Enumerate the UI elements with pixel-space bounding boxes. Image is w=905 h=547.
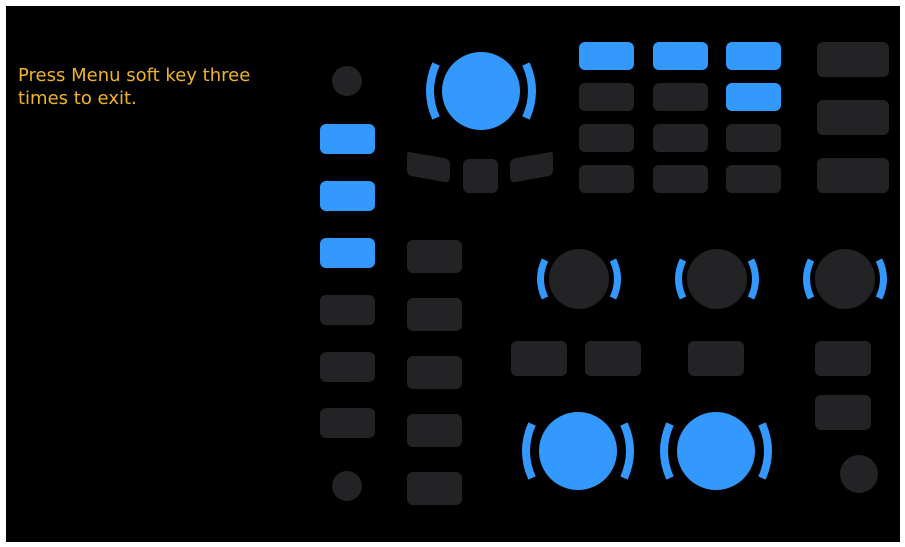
channel-key-3[interactable] — [688, 341, 744, 376]
left-soft-key-5[interactable] — [320, 352, 375, 382]
right-key-3[interactable] — [817, 158, 889, 193]
grid-key-r2c1[interactable] — [579, 83, 634, 111]
knob-bottom-left[interactable] — [518, 410, 638, 492]
grid-key-r1c3[interactable] — [726, 42, 781, 70]
left-soft-key-2[interactable] — [320, 181, 375, 211]
channel-key-1[interactable] — [511, 341, 567, 376]
grid-key-r4c3[interactable] — [726, 165, 781, 193]
trigger-key-2[interactable] — [815, 395, 871, 430]
knob-mid-center[interactable] — [672, 248, 762, 310]
main-rotary-knob[interactable] — [422, 50, 540, 132]
left-soft-key-4[interactable] — [320, 295, 375, 325]
grid-key-r3c1[interactable] — [579, 124, 634, 152]
knob-mid-left[interactable] — [534, 248, 624, 310]
grid-key-r4c2[interactable] — [653, 165, 708, 193]
right-bottom-round-button[interactable] — [840, 455, 878, 493]
grid-key-r3c2[interactable] — [653, 124, 708, 152]
left-bottom-round-button[interactable] — [332, 471, 362, 501]
grid-key-r2c2[interactable] — [653, 83, 708, 111]
knob-bottom-right[interactable] — [656, 410, 776, 492]
arrow-left-key[interactable] — [406, 148, 452, 184]
function-key-1[interactable] — [407, 240, 462, 273]
left-soft-key-1[interactable] — [320, 124, 375, 154]
grid-key-r4c1[interactable] — [579, 165, 634, 193]
function-key-5[interactable] — [407, 472, 462, 505]
right-key-1[interactable] — [817, 42, 889, 77]
grid-key-r1c2[interactable] — [653, 42, 708, 70]
function-key-2[interactable] — [407, 298, 462, 331]
trigger-key-1[interactable] — [815, 341, 871, 376]
grid-key-r3c3[interactable] — [726, 124, 781, 152]
channel-key-2[interactable] — [585, 341, 641, 376]
grid-key-r2c3[interactable] — [726, 83, 781, 111]
knob-mid-right[interactable] — [800, 248, 890, 310]
arrow-right-key[interactable] — [508, 148, 554, 184]
left-soft-key-3[interactable] — [320, 238, 375, 268]
left-soft-key-6[interactable] — [320, 408, 375, 438]
right-key-2[interactable] — [817, 100, 889, 135]
instruction-text: Press Menu soft key three times to exit. — [18, 65, 251, 109]
instrument-front-panel: Press Menu soft key three times to exit. — [6, 6, 900, 542]
grid-key-r1c1[interactable] — [579, 42, 634, 70]
function-key-4[interactable] — [407, 414, 462, 447]
arrow-center-key[interactable] — [463, 159, 498, 193]
function-key-3[interactable] — [407, 356, 462, 389]
left-top-round-button[interactable] — [332, 66, 362, 96]
